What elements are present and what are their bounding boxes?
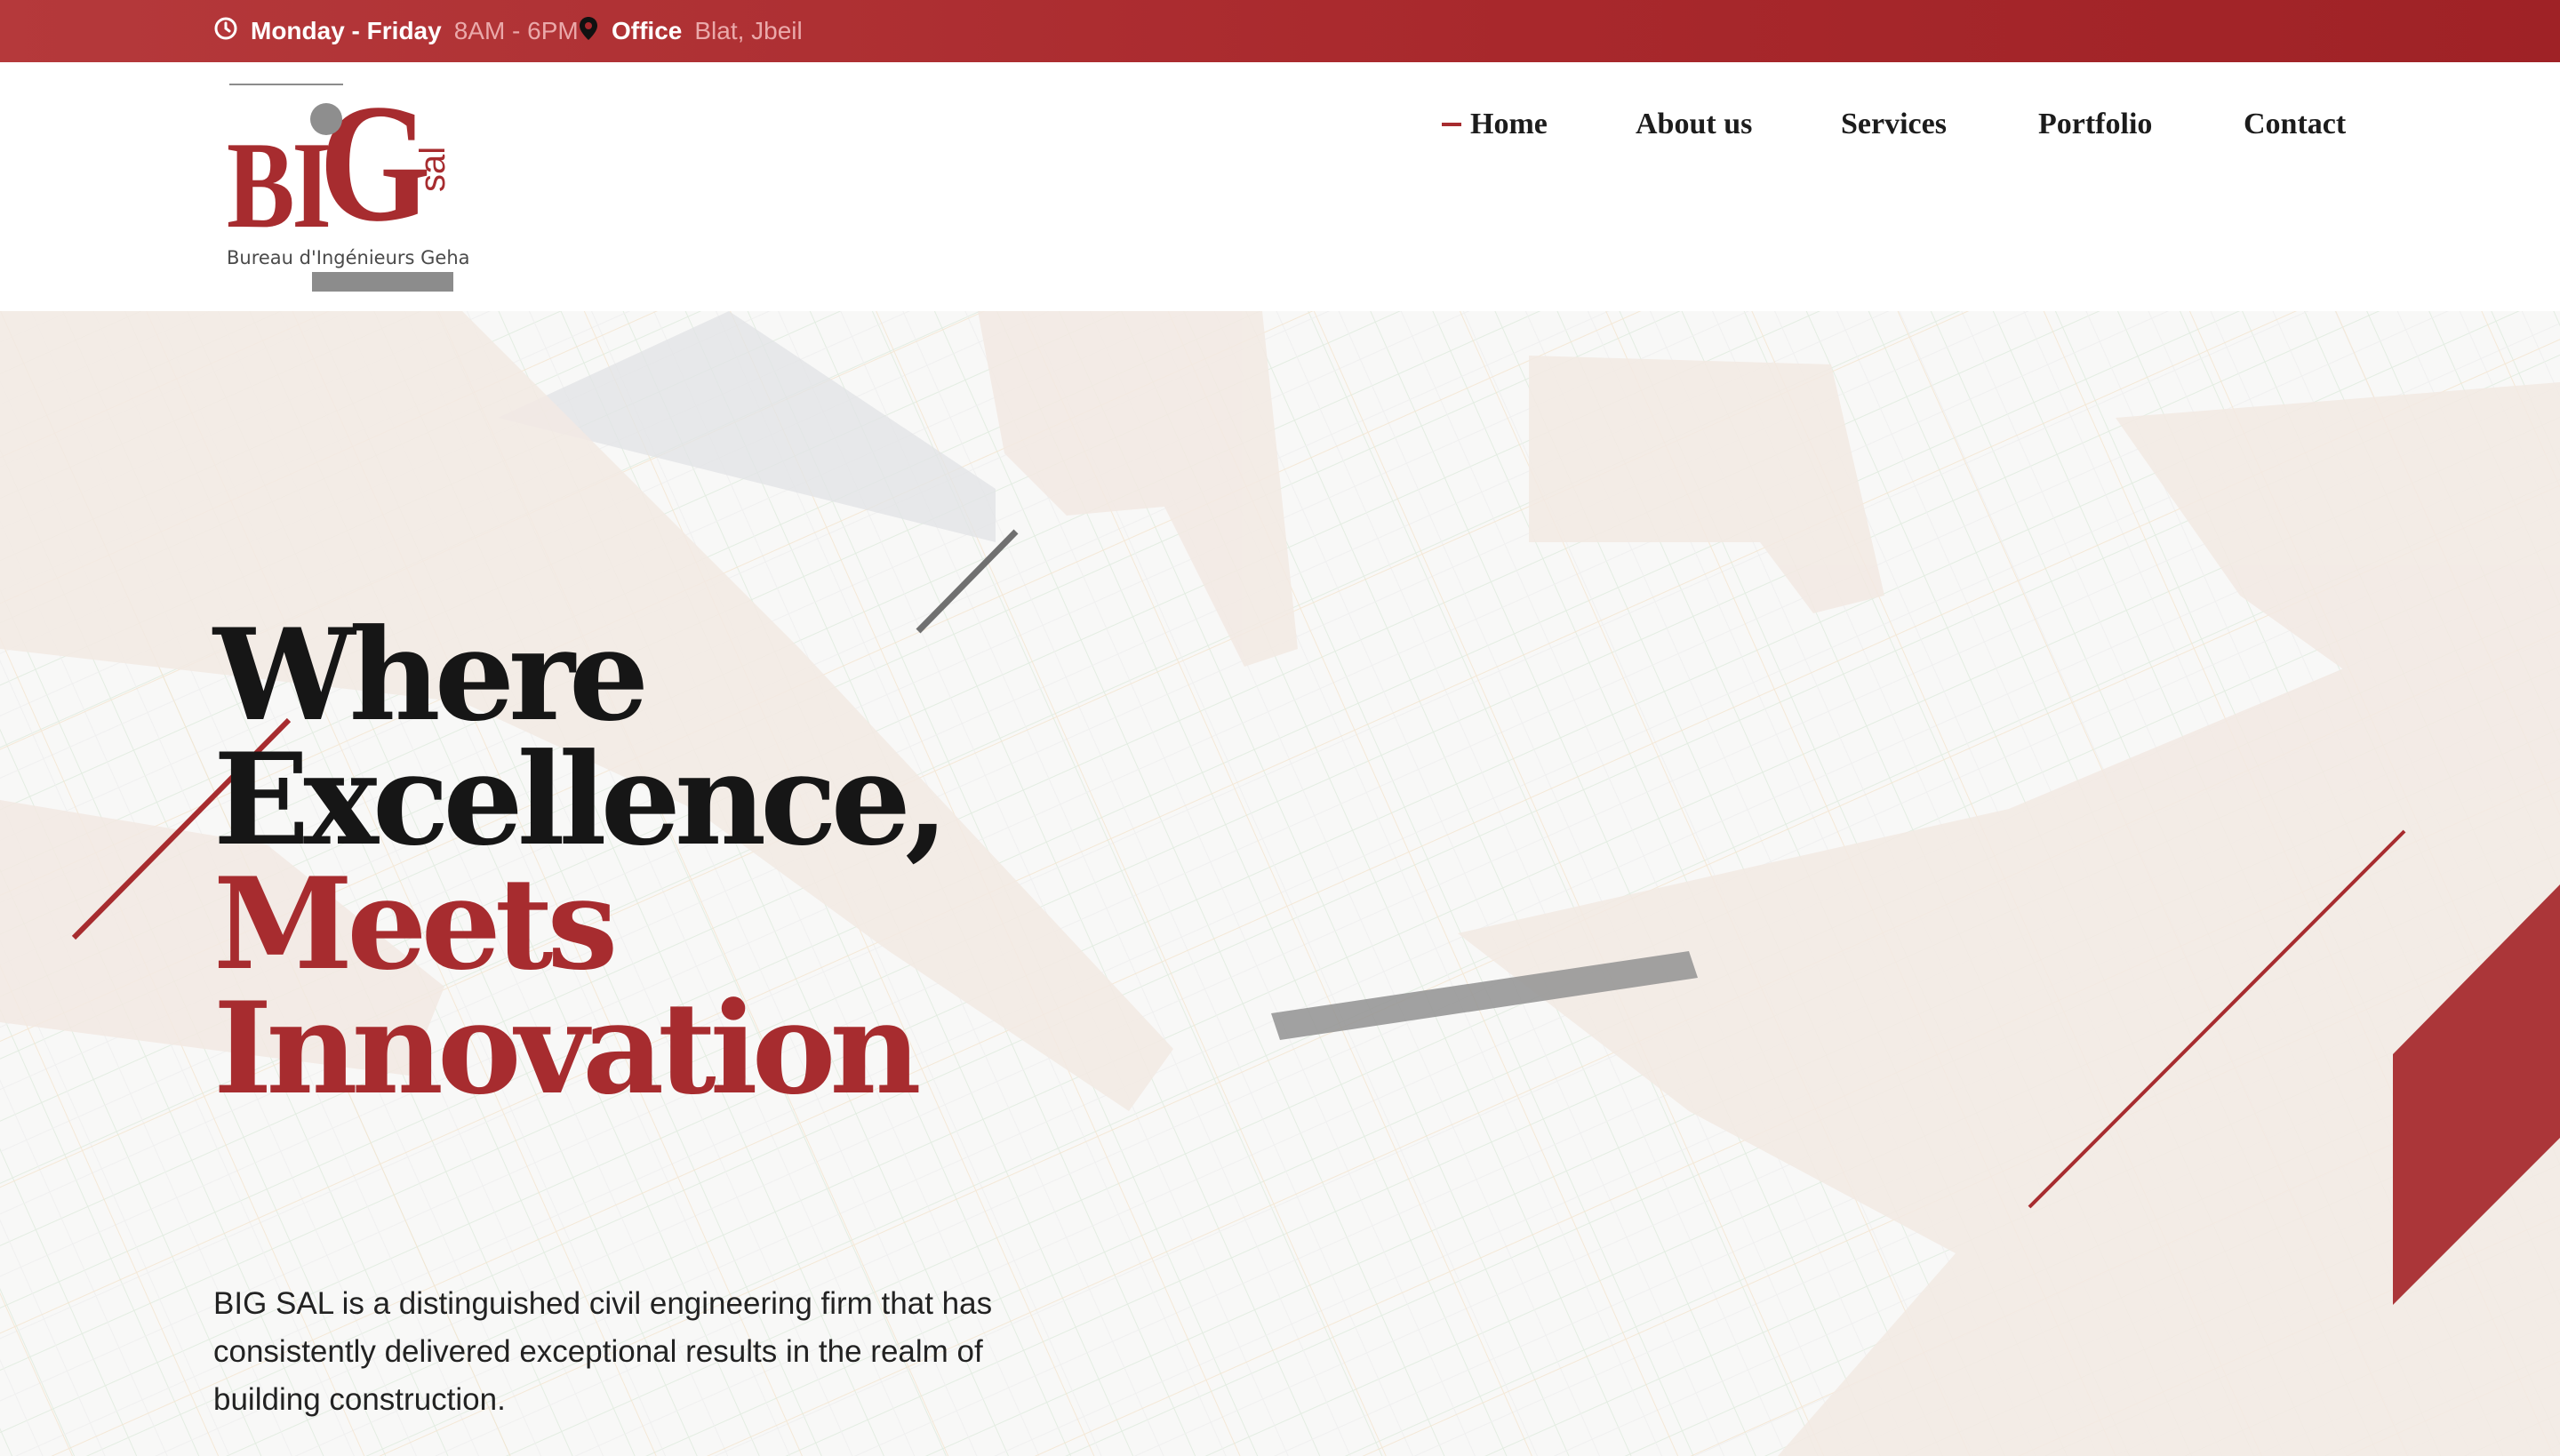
hours-info: Monday - Friday 8AM - 6PM	[213, 0, 579, 62]
nav-item-contact[interactable]: Contact	[2244, 62, 2346, 187]
top-info-bar: Monday - Friday 8AM - 6PM Office Blat, J…	[0, 0, 2560, 62]
office-label: Office	[612, 17, 683, 44]
map-pin-icon	[578, 15, 612, 48]
hero-title-line-3: Meets	[213, 851, 618, 998]
hero-title: Where Excellence, Meets Innovation	[213, 602, 948, 1123]
hero-title-line-2: Excellence,	[213, 726, 948, 874]
nav-item-home[interactable]: Home	[1442, 62, 1548, 187]
nav-item-label: Home	[1470, 108, 1548, 140]
hero-section: Where Excellence, Meets Innovation BIG S…	[0, 311, 2560, 1456]
clock-icon	[213, 16, 251, 47]
nav-item-label: Contact	[2244, 108, 2347, 140]
nav-item-about[interactable]: About us	[1636, 62, 1752, 187]
nav-item-label: Services	[1841, 108, 1947, 140]
nav-item-services[interactable]: Services	[1841, 62, 1947, 187]
hero-title-line-1: Where	[213, 602, 649, 749]
hero-title-line-4: Innovation	[213, 975, 922, 1123]
hero-description: BIG SAL is a distinguished civil enginee…	[213, 1286, 993, 1417]
main-nav: Home About us Services Portfolio Contact	[0, 62, 2560, 311]
nav-item-label: About us	[1636, 108, 1753, 140]
hours-value: 8AM - 6PM	[453, 17, 579, 44]
office-info: Office Blat, Jbeil	[578, 0, 803, 62]
office-value: Blat, Jbeil	[694, 17, 803, 44]
nav-item-label: Portfolio	[2038, 108, 2153, 140]
active-indicator	[1442, 123, 1461, 126]
hours-label: Monday - Friday	[251, 17, 442, 44]
nav-item-portfolio[interactable]: Portfolio	[2038, 62, 2152, 187]
